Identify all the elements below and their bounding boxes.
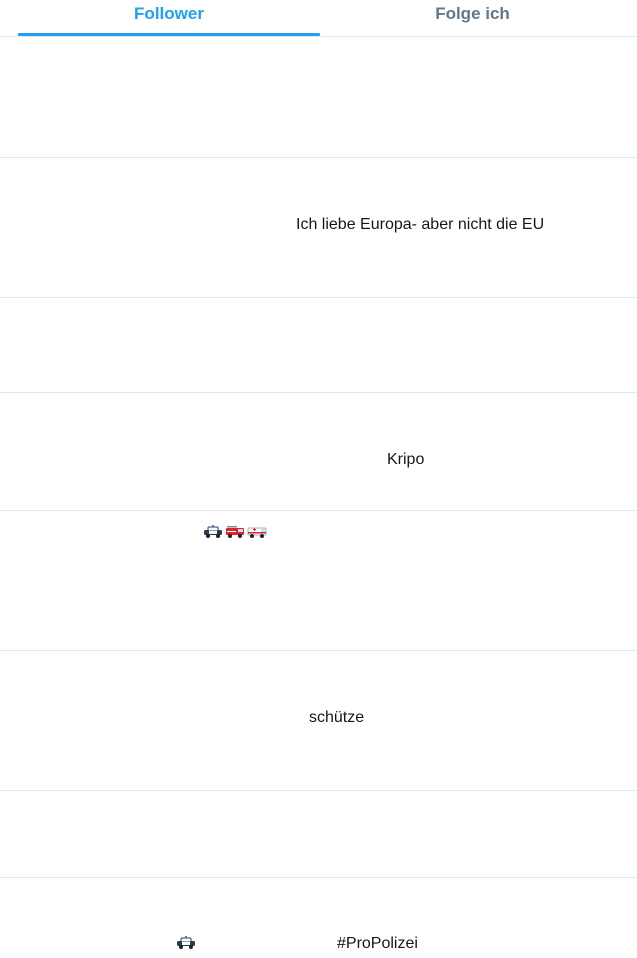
user-bio: Kripo <box>387 451 425 468</box>
list-item[interactable]: schütze <box>0 651 637 791</box>
ambulance-icon <box>247 525 267 538</box>
list-item[interactable]: Ich liebe Europa- aber nicht die EU <box>0 158 637 298</box>
police-car-icon <box>176 936 196 949</box>
tab-follower[interactable]: Follower <box>18 0 320 36</box>
list-item[interactable]: #ProPolizei <box>0 878 637 958</box>
tab-bar: Follower Folge ich <box>0 0 637 36</box>
user-bio: #ProPolizei <box>337 935 418 952</box>
user-bio-emoji <box>203 525 267 538</box>
list-item[interactable] <box>0 791 637 878</box>
user-bio: Ich liebe Europa- aber nicht die EU <box>296 216 545 233</box>
fire-engine-icon <box>225 525 245 538</box>
tab-following[interactable]: Folge ich <box>320 0 625 36</box>
list-item[interactable] <box>0 298 637 393</box>
list-item[interactable]: Kripo <box>0 393 637 511</box>
police-car-icon <box>203 525 223 538</box>
user-bio: schütze <box>309 709 365 726</box>
list-item[interactable] <box>0 37 637 158</box>
list-item[interactable] <box>0 511 637 651</box>
